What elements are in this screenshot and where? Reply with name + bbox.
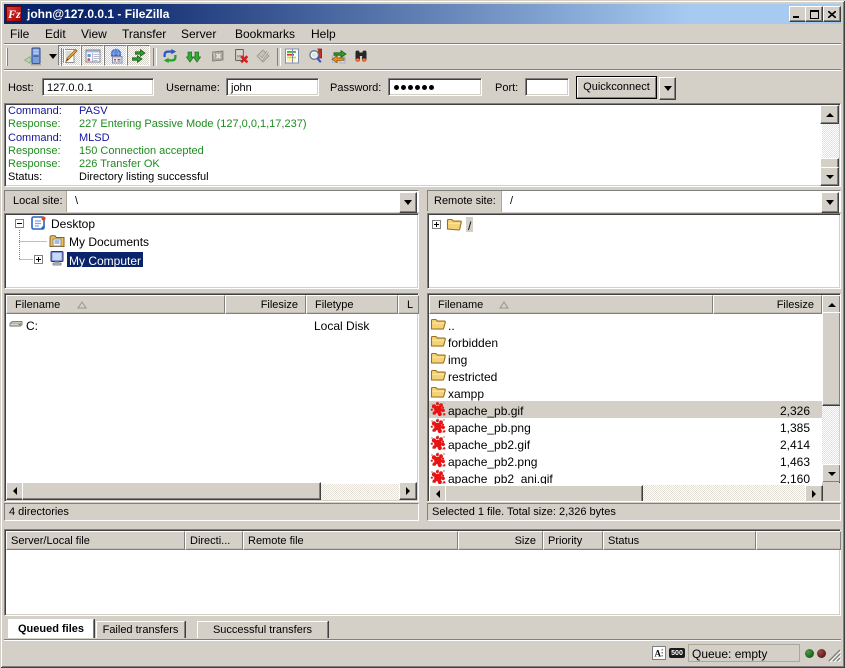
svg-text:A: A	[655, 649, 662, 659]
svg-text:Fz: Fz	[7, 7, 21, 21]
